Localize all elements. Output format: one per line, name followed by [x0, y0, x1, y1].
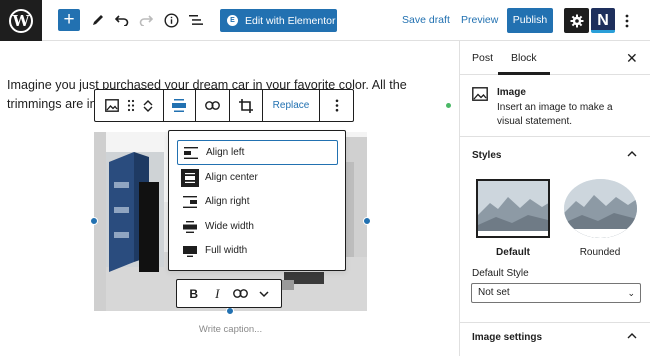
block-title: Image [497, 87, 526, 98]
block-card: Image Insert an image to make a visual s… [460, 75, 650, 137]
settings-sidebar: Post Block ✕ Image Insert an image to ma… [459, 41, 650, 356]
info-icon[interactable] [159, 8, 183, 32]
style-default-preview[interactable] [476, 179, 550, 238]
image-icon [472, 87, 488, 101]
chevron-down-icon[interactable] [143, 106, 153, 113]
default-style-value: Not set [478, 287, 510, 298]
style-rounded-preview[interactable] [564, 179, 637, 238]
align-option-label: Align right [205, 196, 250, 207]
format-toolbar: B I [176, 279, 282, 308]
redo-icon[interactable] [134, 8, 158, 32]
sidebar-tabs: Post Block ✕ [460, 41, 650, 75]
wide-width-option[interactable]: Wide width [177, 214, 338, 239]
resize-handle-left[interactable] [90, 217, 98, 225]
link-icon[interactable] [231, 287, 251, 301]
align-option-label: Align center [205, 172, 258, 183]
full-width-option[interactable]: Full width [177, 238, 338, 263]
mountain-thumbnail [564, 179, 637, 238]
link-icon [205, 101, 221, 110]
settings-button[interactable] [564, 8, 589, 33]
vertical-dots-icon [335, 99, 338, 112]
add-block-button[interactable]: + [58, 9, 80, 31]
chevron-up-icon[interactable] [627, 332, 637, 340]
edit-with-elementor-label: Edit with Elementor [245, 14, 336, 27]
pencil-icon[interactable] [86, 8, 110, 32]
align-center-icon [181, 168, 199, 187]
align-dropdown-menu: Align left Align center Align right Wide… [168, 130, 346, 271]
drag-handle-icon[interactable] [127, 90, 135, 121]
elementor-icon: E [227, 15, 238, 26]
align-center-option[interactable]: Align center [177, 165, 338, 190]
align-option-label: Align left [206, 147, 245, 158]
wordpress-logo-letter: W [9, 8, 33, 33]
tab-post[interactable]: Post [472, 52, 493, 64]
resize-handle-right[interactable] [363, 217, 371, 225]
crop-icon [238, 98, 253, 113]
align-left-icon [182, 144, 200, 162]
align-button[interactable] [164, 90, 197, 121]
styles-panel: Styles Default Rounded Default Style Not… [460, 137, 650, 323]
styles-heading[interactable]: Styles [472, 150, 501, 161]
tab-block[interactable]: Block [498, 52, 550, 75]
block-switcher-group [95, 90, 164, 121]
edit-with-elementor-button[interactable]: E Edit with Elementor [220, 9, 337, 32]
style-default-label: Default [496, 247, 530, 258]
plugin-n-button[interactable]: N [591, 8, 615, 33]
wordpress-logo-icon[interactable]: W [0, 0, 42, 41]
replace-button[interactable]: Replace [263, 90, 321, 121]
align-left-option[interactable]: Align left [177, 140, 338, 165]
align-option-label: Full width [205, 245, 248, 256]
full-width-icon [181, 242, 199, 260]
block-description: Insert an image to make a visual stateme… [497, 102, 613, 127]
replace-label: Replace [272, 100, 310, 111]
caption-input[interactable]: Write caption... [94, 324, 367, 335]
align-option-label: Wide width [205, 221, 254, 232]
publish-button[interactable]: Publish [507, 8, 553, 33]
chevron-down-icon: ⌄ [627, 288, 635, 298]
italic-button[interactable]: I [207, 286, 227, 302]
vertical-dots-icon[interactable] [620, 8, 634, 33]
block-toolbar: Replace [94, 89, 354, 122]
chevron-up-icon[interactable] [143, 99, 153, 106]
block-options-button[interactable] [320, 90, 353, 121]
move-block-group [143, 90, 153, 121]
style-rounded-label: Rounded [579, 247, 621, 258]
save-draft-button[interactable]: Save draft [402, 14, 450, 26]
align-icon [165, 90, 193, 121]
undo-icon[interactable] [110, 8, 134, 32]
bold-button[interactable]: B [184, 287, 204, 301]
align-right-option[interactable]: Align right [177, 189, 338, 214]
resize-handle-bottom[interactable] [226, 307, 234, 315]
chevron-up-icon[interactable] [627, 150, 637, 158]
image-icon[interactable] [105, 90, 119, 121]
gear-icon [570, 14, 583, 27]
status-indicator [446, 103, 451, 108]
chevron-down-icon[interactable] [254, 287, 274, 301]
top-toolbar: W + E Edit with Elementor Save draft Pre… [0, 0, 650, 41]
default-style-label: Default Style [472, 268, 529, 279]
preview-button[interactable]: Preview [461, 14, 498, 26]
align-right-icon [181, 193, 199, 211]
close-icon[interactable]: ✕ [626, 50, 638, 67]
image-settings-heading[interactable]: Image settings [472, 332, 542, 343]
crop-button[interactable] [230, 90, 263, 121]
link-button[interactable] [196, 90, 231, 121]
wide-width-icon [181, 218, 199, 236]
default-style-select[interactable]: Not set ⌄ [471, 283, 641, 303]
mountain-thumbnail [478, 181, 548, 236]
list-view-icon[interactable] [184, 8, 208, 32]
